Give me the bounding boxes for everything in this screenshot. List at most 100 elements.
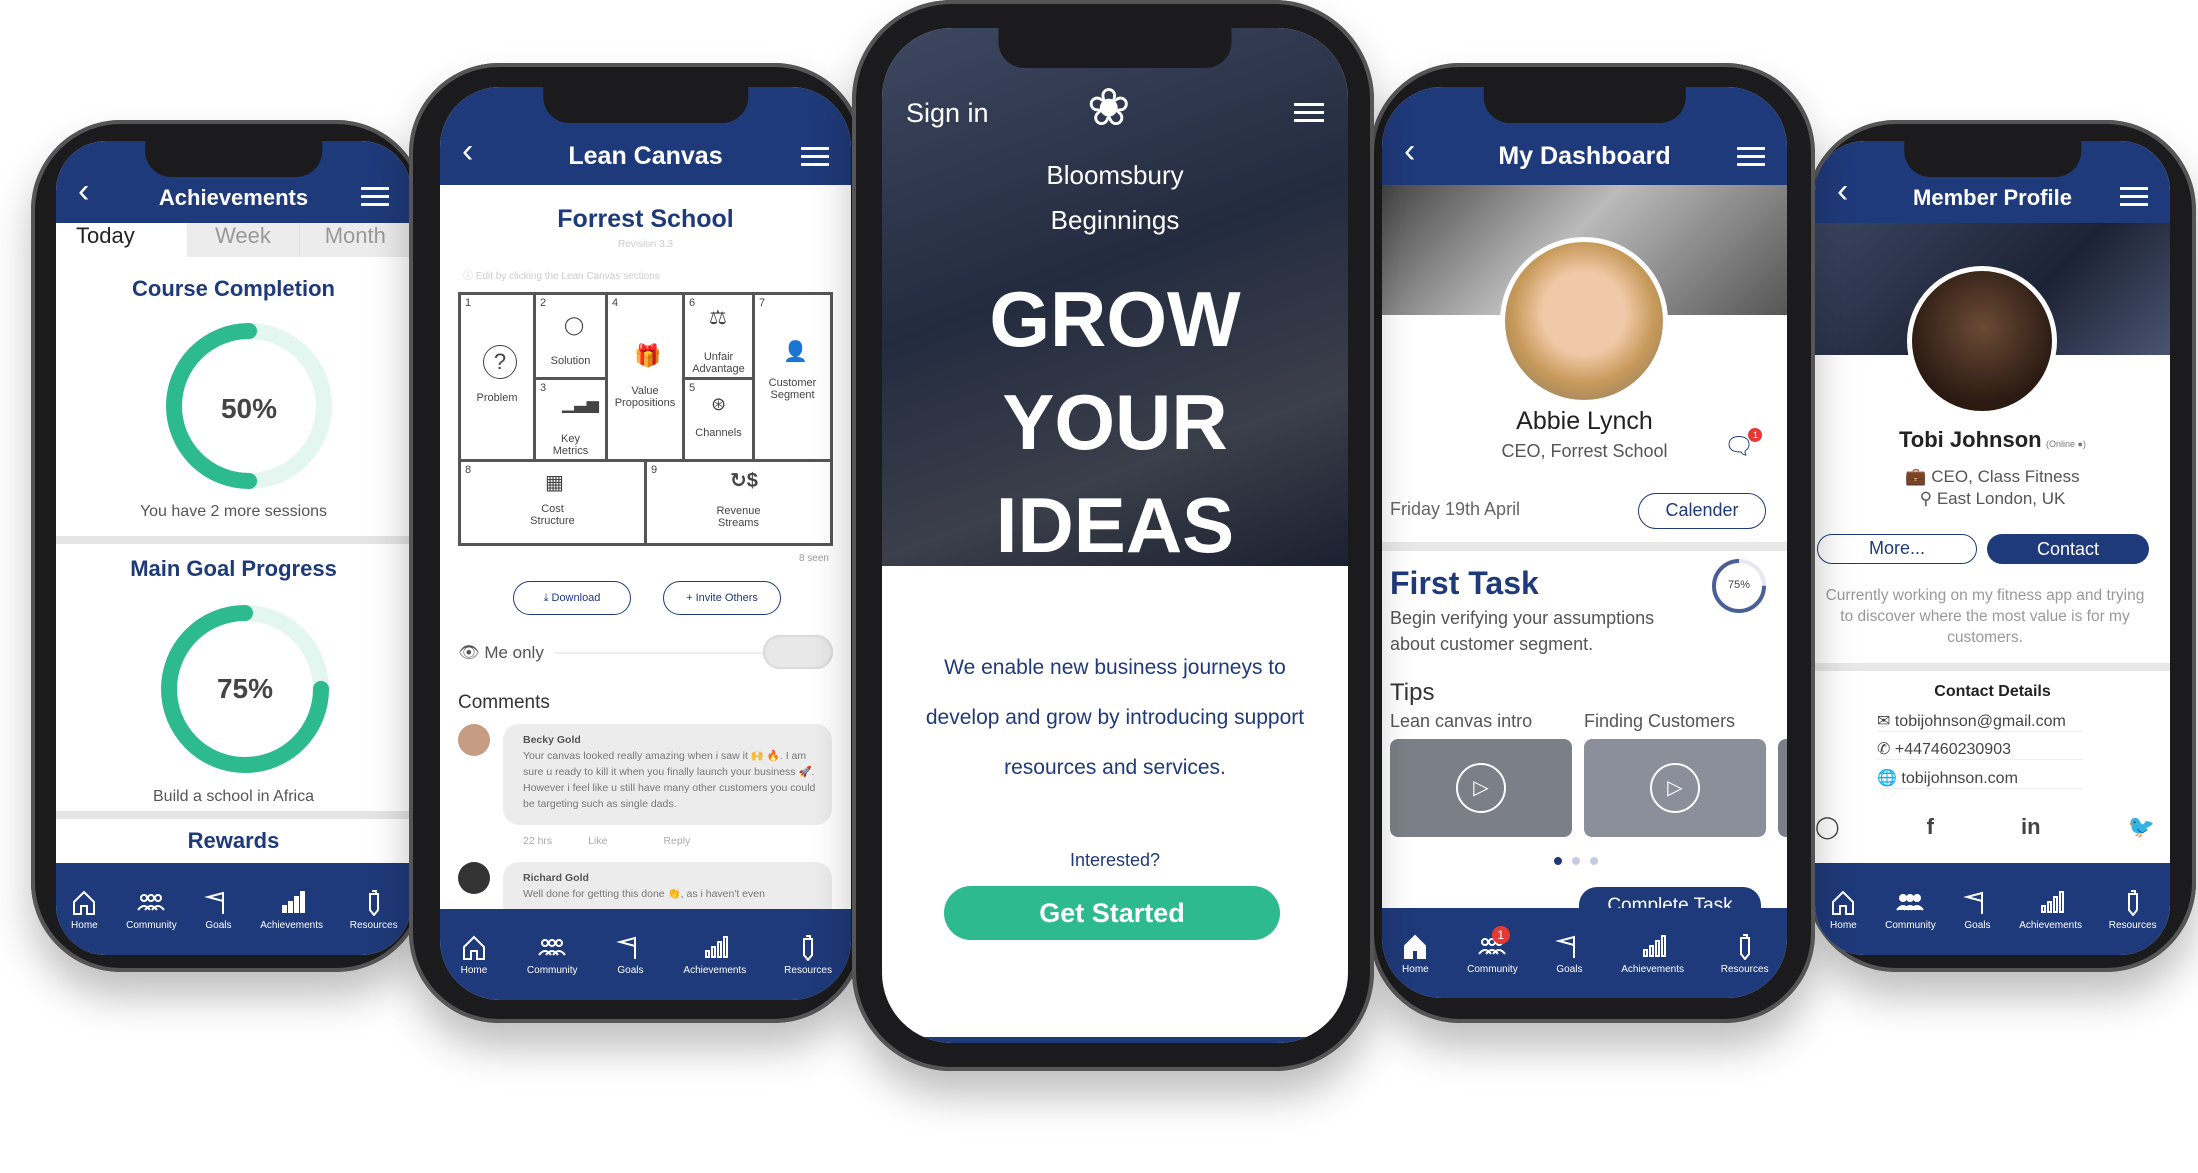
play-icon[interactable]: ▷ xyxy=(1456,763,1506,813)
nav-community[interactable]: Community 1 xyxy=(1467,925,1518,975)
bottom-nav: Home Community Goals Achievements Resources xyxy=(56,863,411,955)
facebook-icon[interactable]: f xyxy=(1927,814,1934,840)
cell-problem[interactable]: 1? Problem xyxy=(458,292,536,462)
brand-logo-icon: ❀ xyxy=(1087,79,1131,137)
cell-value-propositions[interactable]: 4 🎁 Value Propositions xyxy=(605,292,685,462)
achievements-icon xyxy=(704,936,728,958)
visibility-text: Me only xyxy=(484,643,544,662)
nav-community[interactable]: Community xyxy=(1885,888,1936,931)
nav-achievements[interactable]: Achievements xyxy=(1621,932,1684,975)
contact-button[interactable]: Contact xyxy=(1987,534,2149,564)
play-icon[interactable]: ▷ xyxy=(1650,763,1700,813)
hint-text: Edit by clicking the Lean Canvas section… xyxy=(475,271,660,282)
nav-goals[interactable]: Goals xyxy=(1962,888,1992,931)
member-name: Tobi Johnson xyxy=(1899,427,2042,452)
tab-today[interactable]: Today xyxy=(56,223,187,257)
menu-icon[interactable] xyxy=(2120,182,2148,211)
sign-in-link[interactable]: Sign in xyxy=(906,98,989,129)
menu-icon[interactable] xyxy=(1737,142,1765,171)
task-description: Begin verifying your assumptions about c… xyxy=(1390,608,1655,654)
tab-month[interactable]: Month xyxy=(298,223,411,257)
invite-others-button[interactable]: + Invite Others xyxy=(663,581,781,615)
visibility-toggle[interactable] xyxy=(763,635,833,669)
get-started-button[interactable]: Get Started xyxy=(944,886,1280,940)
messages-icon[interactable]: 🗨 1 xyxy=(1724,428,1763,461)
lightbulb-icon: ◯ xyxy=(564,315,585,335)
lean-canvas-screen: ‹ Lean Canvas Forrest School Revision 3.… xyxy=(440,87,851,1000)
cell-unfair-advantage[interactable]: 6 ⚖ Unfair Advantage xyxy=(682,292,755,380)
screen-title: My Dashboard xyxy=(1498,142,1671,170)
video-thumbnail-partial[interactable] xyxy=(1778,739,1787,837)
menu-icon[interactable] xyxy=(361,182,389,211)
nav-resources[interactable]: Resources xyxy=(784,933,832,976)
reply-button[interactable]: Reply xyxy=(663,835,690,847)
interested-label: Interested? xyxy=(1069,850,1161,870)
nav-label: Resources xyxy=(784,965,832,976)
sign-in-screen: Sign in ❀ Bloomsbury Beginnings GROW YOU… xyxy=(882,28,1348,1043)
like-button[interactable]: Like xyxy=(588,835,607,847)
nav-achievements[interactable]: Achievements xyxy=(683,933,746,976)
member-role: 💼 CEO, Class Fitness xyxy=(1905,467,2080,486)
menu-icon[interactable] xyxy=(801,142,829,171)
phone-row[interactable]: ✆ +447460230903 xyxy=(1877,739,2083,760)
home-icon xyxy=(1404,934,1427,959)
twitter-icon[interactable]: 🐦 xyxy=(2128,814,2155,840)
resources-icon xyxy=(368,889,379,916)
download-button[interactable]: ⤓ Download xyxy=(513,581,631,615)
more-button[interactable]: More... xyxy=(1817,534,1977,564)
nav-label: Community xyxy=(126,919,177,931)
nav-resources[interactable]: Resources xyxy=(2109,888,2157,931)
linkedin-icon[interactable]: in xyxy=(2021,814,2041,840)
calendar-button[interactable]: Calender xyxy=(1638,493,1766,529)
nav-community[interactable]: Community xyxy=(126,888,177,931)
instagram-icon[interactable]: ◯ xyxy=(1815,814,1840,840)
nav-label: Home xyxy=(1402,963,1429,975)
cell-revenue-streams[interactable]: 9 ↻$ Revenue Streams xyxy=(644,459,833,546)
profile-screen: ‹ Member Profile Tobi Johnson (Online ●)… xyxy=(1815,141,2170,955)
resources-icon xyxy=(803,935,814,961)
back-button[interactable]: ‹ xyxy=(78,172,89,211)
carousel-dots[interactable] xyxy=(1554,857,1598,865)
cell-customer-segment[interactable]: 7 👤 Customer Segment xyxy=(752,292,833,462)
comment-text: Your canvas looked really amazing when i… xyxy=(523,750,816,810)
nav-home[interactable]: Home xyxy=(1828,888,1858,931)
nav-label: Achievements xyxy=(2019,919,2083,931)
rewards-title[interactable]: Rewards xyxy=(56,828,411,854)
messages-badge: 1 xyxy=(1748,428,1763,442)
bottom-nav: Home Community Goals Achievements Resources xyxy=(1815,863,2170,955)
cell-channels[interactable]: 5 ⊛ Channels xyxy=(682,377,755,462)
tab-week[interactable]: Week xyxy=(187,223,299,257)
nav-home[interactable]: Home xyxy=(459,933,489,976)
email-row[interactable]: ✉ tobijohnson@gmail.com xyxy=(1877,711,2083,732)
nav-achievements[interactable]: Achievements xyxy=(2019,888,2082,931)
back-button[interactable]: ‹ xyxy=(1404,132,1415,171)
cell-label: Unfair Advantage xyxy=(692,351,745,375)
nav-resources[interactable]: Resources xyxy=(350,888,398,931)
notch xyxy=(144,141,323,177)
website-row[interactable]: 🌐 tobijohnson.com xyxy=(1877,768,2083,789)
community-icon xyxy=(538,939,567,956)
comment-avatar xyxy=(458,724,490,756)
cell-key-metrics[interactable]: 3 ▁▃▅ Key Metrics xyxy=(533,377,608,462)
nav-home[interactable]: Home xyxy=(69,888,99,931)
nav-resources[interactable]: Resources xyxy=(1721,932,1769,975)
nav-community[interactable]: Community xyxy=(527,933,578,976)
comment-author: Richard Gold xyxy=(523,872,589,884)
video-thumbnail-finding-customers[interactable]: ▷ xyxy=(1584,739,1766,837)
back-button[interactable]: ‹ xyxy=(462,132,473,171)
back-button[interactable]: ‹ xyxy=(1837,172,1848,211)
nav-goals[interactable]: Goals xyxy=(615,933,645,976)
nav-goals[interactable]: Goals xyxy=(203,888,233,931)
nav-achievements[interactable]: Achievements xyxy=(260,888,323,931)
cell-cost-structure[interactable]: 8 ▦ Cost Structure xyxy=(458,459,647,546)
seen-count: 8 seen xyxy=(798,553,829,564)
headline-line: GROW xyxy=(989,275,1241,363)
dashboard-screen: ‹ My Dashboard Abbie Lynch CEO, Forrest … xyxy=(1382,87,1787,998)
home-indicator xyxy=(882,1037,1348,1043)
video-thumbnail-lean-canvas[interactable]: ▷ xyxy=(1390,739,1572,837)
cell-label: Channels xyxy=(695,427,742,439)
nav-home[interactable]: Home xyxy=(1400,932,1430,975)
cell-solution[interactable]: 2 ◯ Solution xyxy=(533,292,608,380)
nav-goals[interactable]: Goals xyxy=(1554,932,1584,975)
resources-icon xyxy=(1739,933,1750,960)
